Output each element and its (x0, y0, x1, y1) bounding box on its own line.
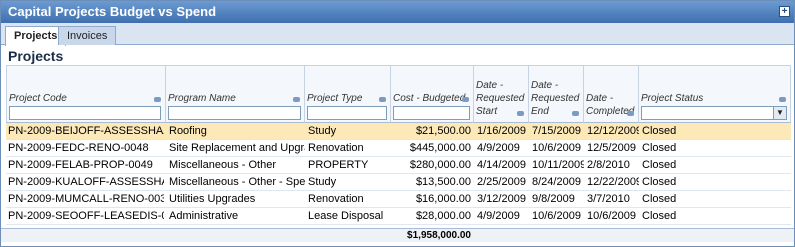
project-type-filter[interactable] (307, 106, 387, 120)
table-row[interactable]: PN-2009-BEIJOFF-ASSESSHAZ-0004 Roofing Stu… (6, 123, 791, 140)
cell-completed: 12/12/2009 (587, 125, 639, 137)
cell-type: Study (308, 125, 337, 137)
column-header-program-name[interactable]: Program Name (166, 65, 305, 123)
cell-start: 4/9/2009 (477, 142, 520, 154)
cell-end: 10/6/2009 (532, 210, 581, 222)
total-budgeted: $1,958,000.00 (407, 230, 471, 241)
cell-code: PN-2009-FEDC-RENO-0048 (8, 142, 149, 154)
column-label: Project Code (9, 93, 67, 104)
column-label: Date - Requested Start (476, 80, 525, 117)
cell-status: Closed (642, 176, 677, 188)
grid-footer: $1,958,000.00 (1, 228, 794, 242)
column-menu-icon[interactable] (379, 97, 386, 102)
cell-end: 10/6/2009 (532, 142, 581, 154)
panel-title: Capital Projects Budget vs Spend (8, 4, 217, 19)
cell-type: Study (308, 176, 337, 188)
cell-type: Renovation (308, 193, 364, 205)
chevron-down-icon[interactable]: ▼ (773, 107, 786, 119)
cell-cost: $28,000.00 (415, 210, 471, 222)
cell-completed: 12/22/2009 (587, 176, 639, 188)
cell-type: PROPERTY (308, 159, 369, 171)
column-label: Date - Requested End (531, 80, 580, 117)
cell-program: Utilities Upgrades (169, 193, 256, 205)
cell-program: Site Replacement and Upgrading (169, 142, 305, 154)
cell-code: PN-2009-FELAB-PROP-0049 (8, 159, 153, 171)
section-title: Projects (8, 48, 64, 64)
table-row[interactable]: PN-2009-FELAB-PROP-0049 Miscellaneous - O… (6, 157, 791, 174)
cell-status: Closed (642, 193, 677, 205)
column-menu-icon[interactable] (627, 111, 634, 116)
cell-status: Closed (642, 142, 677, 154)
cell-end: 9/8/2009 (532, 193, 575, 205)
cell-type: Renovation (308, 142, 364, 154)
cost-budgeted-filter[interactable] (393, 106, 470, 120)
cell-status: Closed (642, 210, 677, 222)
cell-start: 4/9/2009 (477, 210, 520, 222)
cell-type: Lease Disposal (308, 210, 384, 222)
cell-end: 10/11/2009 (532, 159, 584, 171)
column-label: Program Name (168, 93, 236, 104)
project-status-filter[interactable]: ▼ (641, 106, 787, 120)
cell-cost: $445,000.00 (409, 142, 471, 154)
column-header-cost-budgeted[interactable]: Cost - Budgeted (391, 65, 474, 123)
cell-end: 8/24/2009 (532, 176, 581, 188)
cell-program: Miscellaneous - Other (169, 159, 276, 171)
project-code-filter[interactable] (9, 106, 161, 120)
column-header-date-completed[interactable]: Date - Completed (584, 65, 639, 123)
cell-completed: 3/7/2010 (587, 193, 630, 205)
table-row[interactable]: PN-2009-SEOOFF-LEASEDIS-0046 Administrati… (6, 208, 791, 225)
column-label: Cost - Budgeted (393, 93, 466, 104)
column-menu-icon[interactable] (779, 97, 786, 102)
cell-start: 1/16/2009 (477, 125, 526, 137)
cell-code: PN-2009-KUALOFF-ASSESSHAZ-0023 (8, 176, 164, 188)
cell-status: Closed (642, 125, 677, 137)
column-header-requested-start[interactable]: Date - Requested Start (474, 65, 529, 123)
cell-completed: 10/6/2009 (587, 210, 636, 222)
column-label: Project Type (307, 93, 363, 104)
cell-cost: $16,000.00 (415, 193, 471, 205)
table-row[interactable]: PN-2009-KUALOFF-ASSESSHAZ-0023 Miscellane… (6, 174, 791, 191)
column-header-project-type[interactable]: Project Type (305, 65, 391, 123)
cell-start: 3/12/2009 (477, 193, 526, 205)
cell-cost: $13,500.00 (415, 176, 471, 188)
cell-code: PN-2009-BEIJOFF-ASSESSHAZ-0004 (8, 125, 164, 137)
column-header-project-status[interactable]: Project Status ▼ (639, 65, 791, 123)
column-menu-icon[interactable] (154, 97, 161, 102)
table-row[interactable]: PN-2009-MUMCALL-RENO-0034 Utilities Upgra… (6, 191, 791, 208)
column-menu-icon[interactable] (517, 111, 524, 116)
column-menu-icon[interactable] (572, 111, 579, 116)
cell-cost: $280,000.00 (409, 159, 471, 171)
cell-program: Miscellaneous - Other - Special (169, 176, 305, 188)
tab-invoices[interactable]: Invoices (58, 26, 117, 45)
table-row[interactable]: PN-2009-FEDC-RENO-0048 Site Replacement a… (6, 140, 791, 157)
grid-panel: Capital Projects Budget vs Spend + Proje… (0, 0, 795, 247)
program-name-filter[interactable] (168, 106, 301, 120)
cell-completed: 2/8/2010 (587, 159, 630, 171)
cell-status: Closed (642, 159, 677, 171)
column-header-requested-end[interactable]: Date - Requested End (529, 65, 584, 123)
plus-icon[interactable]: + (779, 6, 790, 17)
cell-completed: 12/5/2009 (587, 142, 636, 154)
cell-start: 4/14/2009 (477, 159, 526, 171)
cell-program: Administrative (169, 210, 239, 222)
column-header-project-code[interactable]: Project Code (6, 65, 166, 123)
tab-strip: Projects Invoices (1, 23, 794, 46)
cell-start: 2/25/2009 (477, 176, 526, 188)
cell-end: 7/15/2009 (532, 125, 581, 137)
panel-titlebar: Capital Projects Budget vs Spend + (1, 1, 794, 23)
column-menu-icon[interactable] (462, 97, 469, 102)
column-label: Project Status (641, 93, 704, 104)
cell-program: Roofing (169, 125, 207, 137)
column-menu-icon[interactable] (293, 97, 300, 102)
cell-cost: $21,500.00 (415, 125, 471, 137)
cell-code: PN-2009-SEOOFF-LEASEDIS-0046 (8, 210, 164, 222)
cell-code: PN-2009-MUMCALL-RENO-0034 (8, 193, 164, 205)
